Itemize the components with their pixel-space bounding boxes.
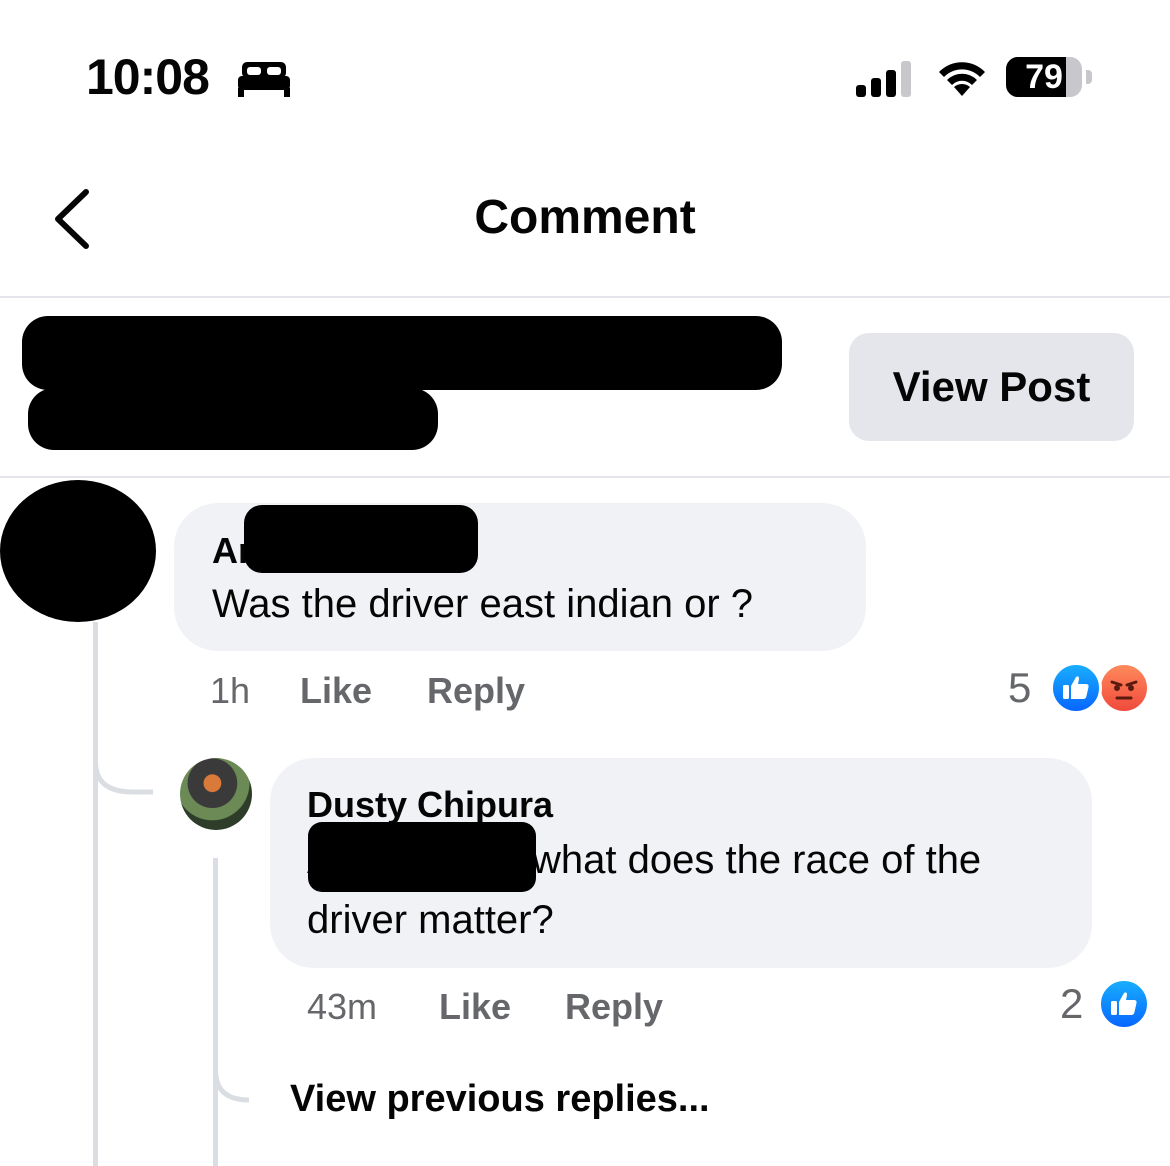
view-previous-replies-link[interactable]: View previous replies... bbox=[290, 1078, 710, 1121]
comment-time: 43m bbox=[307, 986, 378, 1027]
battery-icon: 79 bbox=[1006, 57, 1092, 99]
comment-text: Was the driver east indian or ? bbox=[212, 582, 753, 626]
angry-reaction-icon bbox=[1098, 662, 1150, 714]
signal-icon bbox=[856, 61, 911, 97]
reply-button[interactable]: Reply bbox=[565, 986, 663, 1028]
redaction-mark bbox=[22, 316, 782, 390]
wifi-icon bbox=[939, 62, 985, 96]
like-reaction-icon bbox=[1050, 662, 1102, 714]
avatar[interactable] bbox=[0, 480, 156, 622]
thread-connector bbox=[213, 1060, 250, 1103]
thread-connector bbox=[93, 740, 153, 795]
like-button[interactable]: Like bbox=[300, 670, 372, 712]
avatar[interactable] bbox=[180, 758, 252, 830]
redaction-mark bbox=[28, 388, 438, 450]
like-button[interactable]: Like bbox=[439, 986, 511, 1028]
reply-button[interactable]: Reply bbox=[427, 670, 525, 712]
view-post-button[interactable]: View Post bbox=[849, 333, 1134, 441]
bed-icon bbox=[238, 62, 290, 97]
comment-author[interactable]: Dusty Chipura bbox=[307, 784, 553, 826]
reaction-count[interactable]: 5 bbox=[1008, 664, 1031, 712]
thread-line bbox=[213, 858, 218, 1166]
like-reaction-icon bbox=[1098, 978, 1150, 1030]
redaction-mark bbox=[308, 822, 536, 892]
battery-level: 79 bbox=[1025, 58, 1063, 96]
reaction-count[interactable]: 2 bbox=[1060, 980, 1083, 1028]
redaction-mark bbox=[244, 505, 478, 573]
page-title: Comment bbox=[474, 191, 696, 244]
thread-line bbox=[93, 622, 98, 1166]
nav-divider bbox=[0, 296, 1170, 298]
status-time: 10:08 bbox=[86, 49, 210, 105]
header-divider bbox=[0, 476, 1170, 478]
comment-time: 1h bbox=[210, 670, 251, 711]
